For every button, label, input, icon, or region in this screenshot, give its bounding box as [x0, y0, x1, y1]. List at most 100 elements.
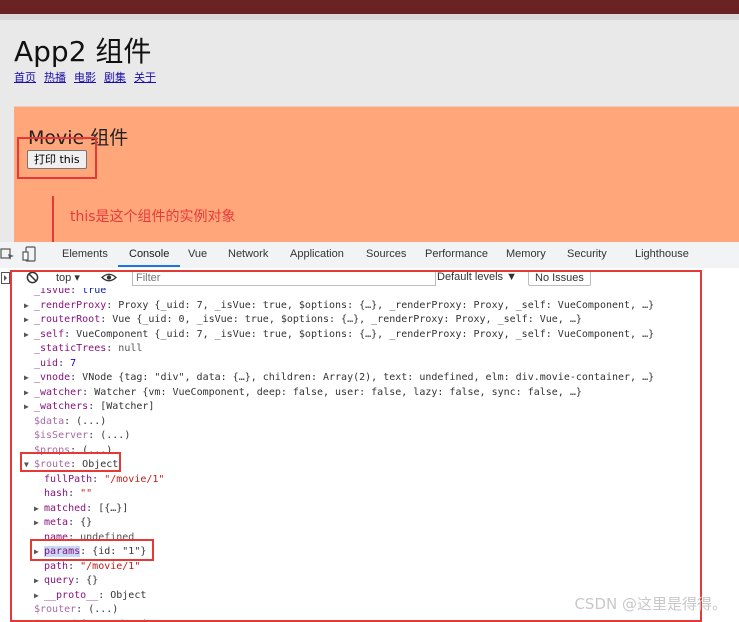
console-output: _isVue: true ▶ _renderProxy: Proxy {_uid: … [0, 288, 739, 622]
console-line[interactable]: ▶ query: {} [34, 574, 98, 588]
page-title: App2 组件 [14, 35, 152, 68]
property-value: {} [86, 575, 99, 586]
expand-triangle-icon[interactable]: ▶ [34, 502, 44, 516]
nav-link-movie[interactable]: 电影 [74, 71, 96, 84]
nav-link-hot[interactable]: 热播 [44, 71, 66, 84]
console-line[interactable]: ▶ _self: VueComponent {_uid: 7, _isVue: t… [24, 328, 654, 342]
browser-top-bar [0, 0, 739, 14]
property-value: Object [82, 459, 119, 470]
property-value: "" [80, 488, 93, 499]
property-value: VNode {tag: "div", data: {…}, children: … [82, 372, 655, 383]
property-key: path [44, 560, 69, 572]
property-key: _self [34, 328, 65, 340]
expand-triangle-icon[interactable]: ▶ [34, 516, 44, 530]
console-line[interactable]: ▶ _watcher: Watcher {vm: VueComponent, de… [24, 386, 582, 400]
device-toolbar-icon[interactable] [22, 246, 38, 262]
expand-triangle-icon[interactable]: ▶ [24, 299, 34, 313]
property-value: Watcher {vm: VueComponent, deep: false, … [94, 386, 582, 398]
property-value: [Watcher] [100, 401, 155, 412]
property-value: Proxy {_uid: 7, _isVue: true, $options: … [118, 299, 655, 311]
separator: : [82, 386, 95, 398]
log-levels-dropdown[interactable]: Default levels ▼ [437, 271, 517, 283]
separator: : [64, 328, 77, 340]
nav-link-home[interactable]: 首页 [14, 71, 36, 84]
tab-network[interactable]: Network [228, 248, 268, 260]
active-tab-indicator [118, 265, 180, 267]
property-key: _watcher [34, 386, 83, 398]
console-line: _staticTrees: null [24, 342, 142, 356]
separator: : [70, 459, 83, 470]
issues-button[interactable]: No Issues [528, 270, 591, 286]
console-line[interactable]: ▶ _watchers: [Watcher] [24, 400, 154, 414]
property-value: undefined [80, 531, 135, 543]
tab-lighthouse[interactable]: Lighthouse [635, 248, 689, 260]
console-line: $data: (...) [24, 415, 106, 429]
tab-performance[interactable]: Performance [425, 248, 488, 260]
console-line[interactable]: ▶ _routerRoot: Vue {_uid: 0, _isVue: true… [24, 313, 582, 327]
context-selector[interactable]: top ▾ [56, 271, 80, 284]
tab-sources[interactable]: Sources [366, 248, 406, 260]
console-line[interactable]: ▶ _vnode: VNode {tag: "div", data: {…}, c… [24, 371, 654, 385]
property-key: $router [34, 604, 77, 615]
devtools-tabbar: Elements Console Vue Network Application… [0, 242, 739, 269]
print-this-button[interactable]: 打印 this [27, 150, 87, 169]
console-line: name: undefined [34, 531, 134, 545]
expand-triangle-icon[interactable]: ▶ [24, 400, 34, 414]
separator: : [98, 589, 111, 601]
property-key: _uid [34, 357, 59, 369]
nav-link-series[interactable]: 剧集 [104, 71, 126, 84]
console-toolbar: top ▾ Default levels ▼ No Issues [0, 268, 739, 289]
nav-link-about[interactable]: 关于 [134, 71, 156, 84]
console-line[interactable]: ▶ _renderProxy: Proxy {_uid: 7, _isVue: t… [24, 299, 654, 313]
tab-elements[interactable]: Elements [62, 248, 108, 260]
property-key: _watchers [34, 401, 89, 412]
console-filter-input[interactable] [132, 270, 436, 286]
expand-triangle-icon[interactable]: ▶ [34, 545, 44, 559]
clear-console-icon[interactable] [26, 271, 39, 284]
property-value: {} [80, 517, 93, 528]
property-key: name [44, 531, 69, 543]
property-key: $route [34, 459, 71, 470]
expand-triangle-icon[interactable]: ▶ [34, 589, 44, 603]
property-key: meta [44, 517, 69, 528]
expand-triangle-icon[interactable]: ▶ [34, 574, 44, 588]
separator: : [76, 604, 89, 615]
property-value: 7 [70, 357, 77, 369]
console-line[interactable]: ▶ matched: [{…}] [34, 502, 128, 516]
property-value: [{…}] [98, 502, 129, 514]
expand-triangle-icon[interactable]: ▶ [24, 328, 34, 342]
property-value: null [118, 343, 143, 354]
console-line: $scopedSlots: (...) [24, 618, 148, 622]
property-key: $data [34, 415, 65, 427]
separator: : [80, 546, 93, 557]
collapse-triangle-icon[interactable]: ▼ [24, 458, 34, 472]
annotation-note: this是这个组件的实例对象 [70, 209, 236, 225]
tab-security[interactable]: Security [567, 248, 607, 260]
property-key: $isServer [34, 430, 89, 441]
console-line[interactable]: ▶ __proto__: Object [34, 589, 146, 603]
tab-memory[interactable]: Memory [506, 248, 546, 260]
console-line: _uid: 7 [24, 357, 76, 371]
separator: : [68, 531, 81, 543]
tab-vue[interactable]: Vue [188, 248, 207, 260]
inspect-element-icon[interactable] [0, 246, 16, 262]
tab-console[interactable]: Console [129, 248, 169, 260]
expand-triangle-icon[interactable]: ▶ [24, 386, 34, 400]
separator: : [88, 401, 101, 412]
expand-triangle-icon[interactable]: ▶ [24, 371, 34, 385]
separator: : [68, 488, 81, 499]
expand-triangle-icon[interactable]: ▶ [24, 313, 34, 327]
property-value: (...) [118, 619, 148, 622]
property-key: _staticTrees [34, 343, 107, 354]
console-line[interactable]: ▼ $route: Object [24, 458, 118, 472]
separator: : [86, 502, 99, 514]
live-expression-eye-icon[interactable] [101, 272, 117, 283]
property-key: __proto__ [44, 589, 99, 601]
console-line[interactable]: ▶ params: {id: "1"} [34, 545, 146, 559]
console-line[interactable]: ▶ meta: {} [34, 516, 92, 530]
separator: : [58, 357, 71, 369]
console-line: $props: (...) [24, 444, 112, 458]
separator: : [70, 444, 83, 456]
tab-application[interactable]: Application [290, 248, 344, 260]
sidebar-toggle-icon[interactable] [1, 272, 10, 284]
